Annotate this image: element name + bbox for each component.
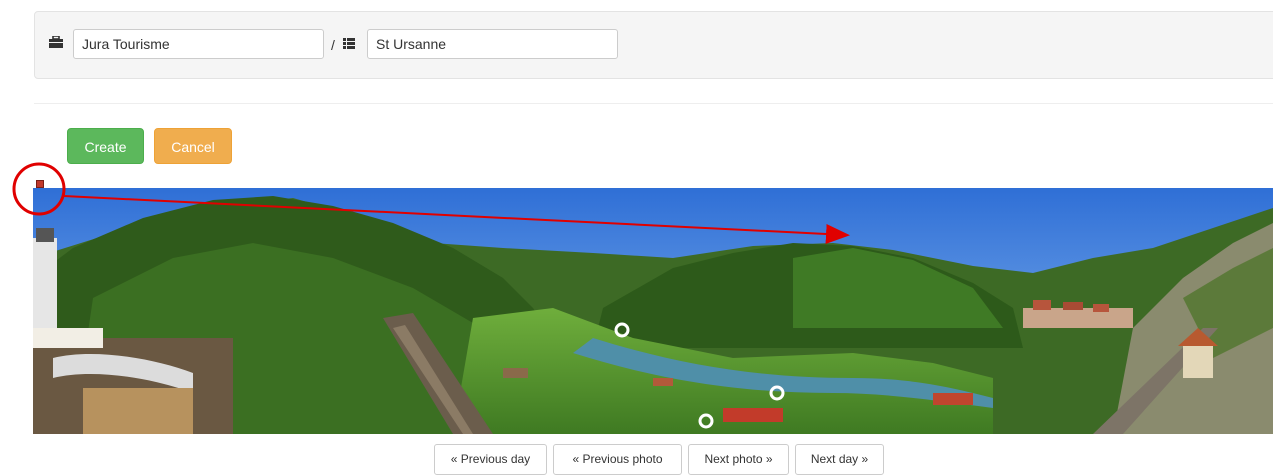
path-separator: /	[331, 37, 335, 53]
list-icon	[343, 38, 355, 49]
previous-photo-button[interactable]: « Previous photo	[553, 444, 682, 475]
panorama-photo[interactable]	[33, 188, 1273, 434]
next-day-button[interactable]: Next day »	[795, 444, 884, 475]
divider	[34, 103, 1273, 104]
location-input[interactable]: St Ursanne	[367, 29, 618, 59]
company-input[interactable]: Jura Tourisme	[73, 29, 324, 59]
filter-bar: Jura Tourisme / St Ursanne	[34, 11, 1273, 79]
cancel-button[interactable]: Cancel	[154, 128, 232, 164]
previous-day-button[interactable]: « Previous day	[434, 444, 547, 475]
point-marker[interactable]	[36, 180, 44, 188]
create-button[interactable]: Create	[67, 128, 144, 164]
next-photo-button[interactable]: Next photo »	[688, 444, 789, 475]
briefcase-icon	[49, 36, 63, 48]
